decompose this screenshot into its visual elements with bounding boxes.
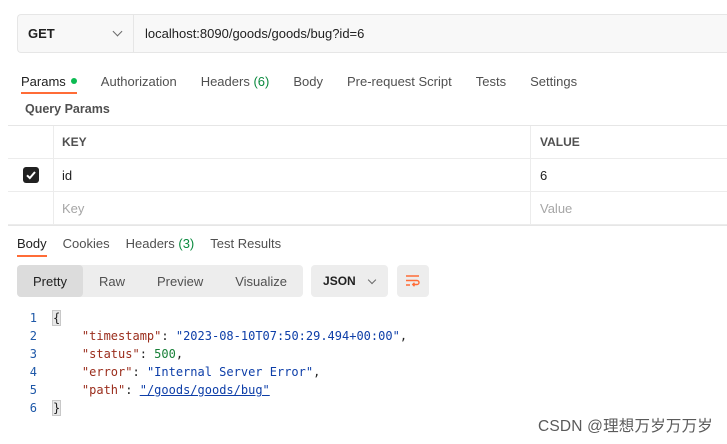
- tab-label: Cookies: [62, 235, 110, 251]
- header-check-cell: [8, 126, 54, 158]
- json-key: "path": [81, 383, 126, 397]
- tab-settings[interactable]: Settings: [530, 69, 577, 93]
- json-value: "Internal Server Error": [146, 365, 314, 379]
- url-input[interactable]: localhost:8090/goods/goods/bug?id=6: [134, 15, 727, 52]
- wrap-lines-button[interactable]: [397, 265, 430, 297]
- response-tabs: Body Cookies Headers (3) Test Results: [17, 232, 297, 257]
- view-preview-button[interactable]: Preview: [141, 265, 219, 297]
- view-pretty-button[interactable]: Pretty: [17, 265, 83, 297]
- tab-params[interactable]: Params: [21, 69, 77, 94]
- close-brace: }: [51, 400, 62, 416]
- json-link-value[interactable]: "/goods/goods/bug": [140, 383, 270, 397]
- value-placeholder: Value: [540, 200, 573, 216]
- wrap-lines-icon: [406, 275, 420, 287]
- params-table: KEY VALUE id 6 Key Value: [8, 125, 727, 225]
- key-column-header: KEY: [54, 126, 531, 158]
- code-line: 2 "timestamp": "2023-08-10T07:50:29.494+…: [17, 327, 407, 345]
- tab-label: Tests: [475, 73, 507, 89]
- tab-label: Headers: [125, 235, 175, 251]
- json-key: "error": [81, 365, 133, 379]
- request-url-bar: GET localhost:8090/goods/goods/bug?id=6: [17, 14, 727, 53]
- method-select[interactable]: GET: [18, 15, 134, 52]
- tab-label: Body: [17, 235, 47, 251]
- line-number: 4: [29, 365, 37, 379]
- url-text: localhost:8090/goods/goods/bug?id=6: [145, 26, 365, 41]
- row-check-cell: [8, 192, 54, 224]
- param-enabled-checkbox[interactable]: [22, 167, 39, 183]
- line-number: 1: [29, 311, 37, 325]
- tab-test-results[interactable]: Test Results: [210, 232, 281, 254]
- tab-cookies[interactable]: Cookies: [63, 232, 110, 254]
- chevron-down-icon: [112, 26, 123, 37]
- request-tabs: Params Authorization Headers (6) Body Pr…: [21, 69, 601, 94]
- new-key-input[interactable]: Key: [54, 192, 531, 224]
- tab-headers[interactable]: Headers (6): [201, 69, 270, 93]
- tab-response-headers[interactable]: Headers (3): [126, 232, 195, 254]
- open-brace: {: [51, 310, 62, 326]
- code-line: 1 {: [17, 309, 407, 327]
- view-mode-segmented: Pretty Raw Preview Visualize: [17, 265, 304, 297]
- params-active-dot-icon: [70, 78, 77, 84]
- param-key-text: id: [62, 167, 73, 183]
- key-placeholder: Key: [62, 200, 85, 216]
- checkmark-icon: [25, 171, 36, 180]
- json-key: "status": [81, 347, 140, 361]
- tab-label: Body: [293, 73, 323, 89]
- response-view-bar: Pretty Raw Preview Visualize JSON: [17, 265, 430, 297]
- param-key-input[interactable]: id: [54, 159, 531, 191]
- line-number: 3: [29, 347, 37, 361]
- json-key: "timestamp": [81, 329, 162, 343]
- json-value: "2023-08-10T07:50:29.494+00:00": [175, 329, 400, 343]
- tab-count: (6): [253, 73, 270, 89]
- param-value-text: 6: [540, 167, 548, 183]
- format-select[interactable]: JSON: [311, 265, 389, 297]
- format-label: JSON: [323, 274, 356, 288]
- tab-label: Authorization: [100, 73, 177, 89]
- pane-divider[interactable]: [8, 225, 727, 226]
- code-line: 4 "error": "Internal Server Error",: [17, 363, 407, 381]
- tab-count: (3): [178, 235, 195, 251]
- json-value: 500: [154, 347, 176, 361]
- tab-label: Params: [21, 73, 66, 89]
- line-number: 6: [29, 401, 37, 415]
- code-line: 5 "path": "/goods/goods/bug": [17, 381, 407, 399]
- chevron-down-icon: [367, 275, 377, 284]
- tab-label: Test Results: [210, 235, 282, 251]
- table-row-new: Key Value: [8, 192, 727, 225]
- view-visualize-button[interactable]: Visualize: [219, 265, 303, 297]
- tab-pre-request-script[interactable]: Pre-request Script: [347, 69, 452, 93]
- query-params-title: Query Params: [25, 102, 110, 116]
- code-line: 3 "status": 500,: [17, 345, 407, 363]
- watermark: CSDN @理想万岁万万岁: [537, 418, 713, 435]
- code-line: 6 }: [17, 399, 407, 417]
- new-value-input[interactable]: Value: [531, 192, 727, 224]
- tab-label: Headers: [200, 73, 250, 89]
- tab-label: Pre-request Script: [346, 73, 452, 89]
- param-value-input[interactable]: 6: [531, 159, 727, 191]
- tab-authorization[interactable]: Authorization: [101, 69, 177, 93]
- line-number: 5: [29, 383, 37, 397]
- tab-response-body[interactable]: Body: [17, 232, 47, 257]
- view-raw-button[interactable]: Raw: [83, 265, 141, 297]
- table-row: id 6: [8, 159, 727, 192]
- row-check-cell: [8, 159, 54, 191]
- tab-label: Settings: [530, 73, 578, 89]
- params-header-row: KEY VALUE: [8, 126, 727, 159]
- response-body-code[interactable]: 1 { 2 "timestamp": "2023-08-10T07:50:29.…: [17, 309, 407, 417]
- method-label: GET: [28, 26, 55, 41]
- tab-tests[interactable]: Tests: [476, 69, 506, 93]
- value-column-header: VALUE: [540, 135, 580, 149]
- line-number: 2: [29, 329, 37, 343]
- tab-body[interactable]: Body: [293, 69, 323, 93]
